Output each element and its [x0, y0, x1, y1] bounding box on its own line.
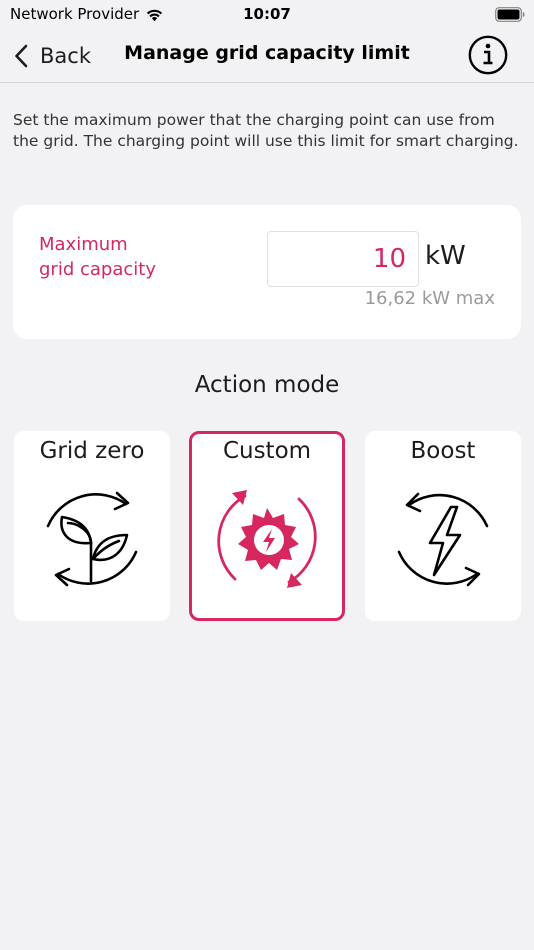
sun-bolt-cycle-icon	[217, 490, 317, 588]
screen: Network Provider 10:07 Back Manage grid …	[0, 0, 534, 950]
navigation-bar: Back Manage grid capacity limit	[0, 30, 534, 83]
grid-capacity-card: Maximum grid capacity kW 16,62 kW max	[13, 205, 521, 339]
leaf-cycle-icon	[46, 491, 138, 587]
mode-label-custom: Custom	[222, 438, 312, 464]
grid-capacity-max: 16,62 kW max	[364, 288, 495, 309]
mode-label-grid-zero: Grid zero	[39, 438, 145, 464]
description-text: Set the maximum power that the charging …	[13, 111, 519, 150]
info-circle-icon[interactable]	[468, 35, 508, 75]
bolt-cycle-icon	[397, 492, 489, 587]
grid-capacity-input[interactable]	[267, 231, 419, 287]
mode-card-custom[interactable]: Custom	[189, 431, 345, 621]
back-button[interactable]: Back	[14, 40, 91, 72]
mode-label-boost: Boost	[410, 438, 476, 464]
grid-capacity-unit: kW	[425, 241, 466, 271]
status-bar: Network Provider 10:07	[0, 0, 534, 30]
grid-capacity-label-line1: Maximum	[39, 234, 128, 255]
status-time: 10:07	[243, 5, 291, 23]
action-mode-title: Action mode	[194, 372, 340, 398]
mode-card-boost[interactable]: Boost	[365, 431, 521, 621]
mode-card-grid-zero[interactable]: Grid zero	[14, 431, 170, 621]
grid-capacity-label: Maximum grid capacity	[39, 232, 239, 282]
back-label: Back	[40, 44, 91, 68]
grid-capacity-label-line2: grid capacity	[39, 259, 156, 280]
battery-icon	[495, 7, 525, 22]
chevron-left-icon	[15, 44, 28, 68]
